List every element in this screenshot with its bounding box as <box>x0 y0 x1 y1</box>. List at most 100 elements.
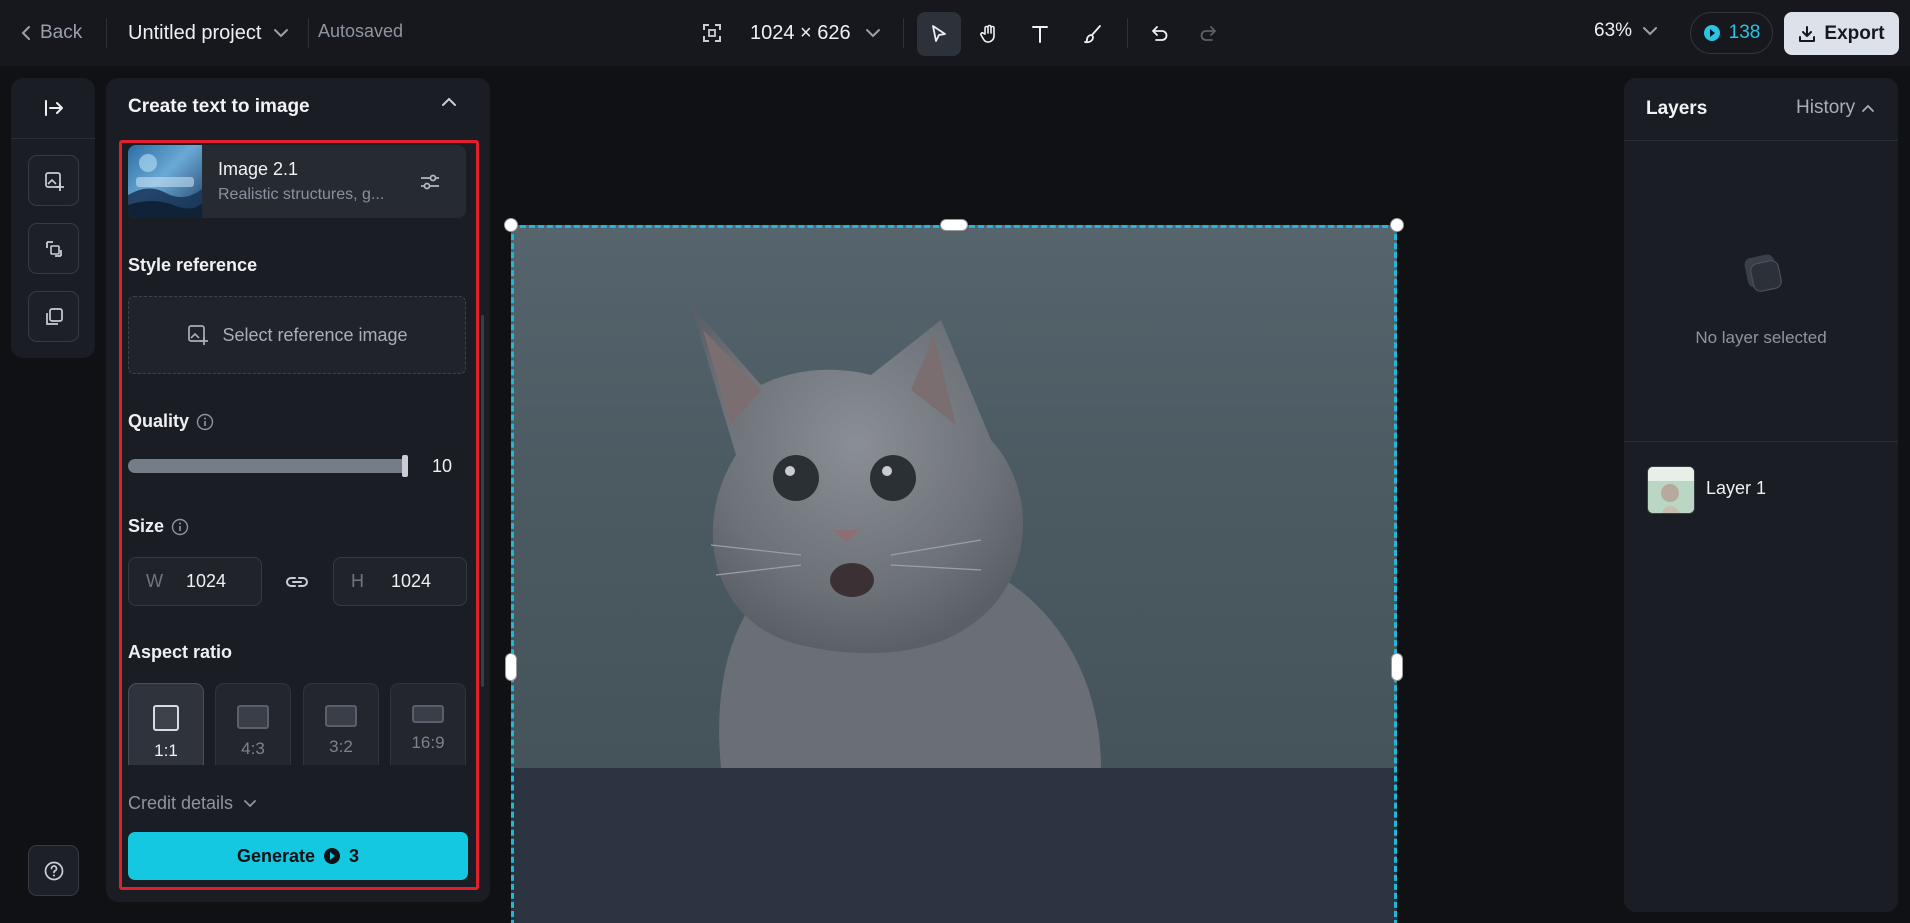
height-input[interactable]: H 1024 <box>333 557 467 606</box>
chevron-down-icon <box>273 28 289 38</box>
model-description: Realistic structures, g... <box>218 186 385 203</box>
info-icon[interactable] <box>196 413 214 431</box>
resize-canvas-icon[interactable] <box>701 22 723 44</box>
hand-icon <box>978 23 1000 45</box>
layer-item-label[interactable]: Layer 1 <box>1706 478 1766 499</box>
panel-scrollbar[interactable] <box>481 315 484 687</box>
credit-coin-icon <box>323 847 341 865</box>
scroll-fade <box>122 765 478 779</box>
resize-handle-left[interactable] <box>505 653 517 681</box>
aspect-ratio-3-2[interactable]: 3:2 <box>303 683 379 765</box>
generate-cost: 3 <box>349 845 360 866</box>
empty-layer-icon <box>1738 250 1784 296</box>
undo-icon <box>1148 23 1170 45</box>
aspect-ratio-1-1[interactable]: 1:1 <box>128 683 204 765</box>
width-value: 1024 <box>186 571 227 591</box>
link-dimensions-button[interactable] <box>284 570 310 594</box>
width-prefix: W <box>146 571 163 591</box>
chevron-up-icon <box>1861 104 1875 113</box>
panel-title: Create text to image <box>128 96 310 117</box>
select-tool[interactable] <box>917 12 961 56</box>
resize-handle-top[interactable] <box>940 219 968 231</box>
redo-button[interactable] <box>1187 12 1231 56</box>
panel-divider <box>1624 140 1898 141</box>
square-shape-icon <box>153 705 179 731</box>
tab-history[interactable]: History <box>1796 97 1875 119</box>
aspect-ratio-16-9[interactable]: 16:9 <box>390 683 466 765</box>
divider <box>1127 18 1128 48</box>
aspect-ratio-label: Aspect ratio <box>128 642 233 662</box>
chevron-down-icon <box>243 799 257 808</box>
canvas-image[interactable] <box>511 225 1397 768</box>
expand-panel-button[interactable] <box>36 94 72 122</box>
quality-slider-track[interactable] <box>128 459 408 473</box>
brush-tool[interactable] <box>1071 12 1115 56</box>
cursor-arrow-icon <box>928 23 950 45</box>
rail-divider <box>11 138 95 139</box>
link-icon <box>284 570 310 594</box>
model-thumbnail <box>128 145 202 218</box>
text-tool[interactable] <box>1018 12 1062 56</box>
aspect-ratio-label: 4:3 <box>241 739 265 758</box>
text-to-image-tool[interactable] <box>28 155 79 206</box>
select-reference-image-button[interactable]: Select reference image <box>128 296 466 374</box>
hand-tool[interactable] <box>967 12 1011 56</box>
back-label: Back <box>40 22 83 43</box>
select-reference-label: Select reference image <box>222 324 408 345</box>
project-name-dropdown[interactable]: Untitled project <box>128 20 289 46</box>
add-image-icon <box>186 323 210 347</box>
canvas-size-dropdown[interactable]: 1024 × 626 <box>750 18 881 48</box>
layers-tool[interactable] <box>28 291 79 342</box>
credit-coin-icon <box>1703 24 1721 42</box>
undo-button[interactable] <box>1137 12 1181 56</box>
zoom-dropdown[interactable]: 63% <box>1594 20 1658 42</box>
tab-layers[interactable]: Layers <box>1646 98 1707 120</box>
divider <box>308 18 309 48</box>
export-button[interactable]: Export <box>1784 12 1899 55</box>
collapse-panel-button[interactable] <box>441 97 457 107</box>
canvas-size: 1024 × 626 <box>750 21 851 44</box>
quality-slider-handle[interactable] <box>402 455 408 477</box>
rectangle-shape-icon <box>325 705 357 727</box>
credits-count: 138 <box>1728 22 1761 43</box>
expand-arrow-icon <box>43 99 65 117</box>
chevron-down-icon <box>1642 26 1658 36</box>
rectangle-shape-icon <box>412 705 444 723</box>
back-button[interactable]: Back <box>20 20 82 46</box>
resize-handle-top-right[interactable] <box>1390 218 1404 232</box>
resize-handle-right[interactable] <box>1391 653 1403 681</box>
style-reference-label: Style reference <box>128 255 258 275</box>
empty-state-text: No layer selected <box>1695 328 1827 347</box>
chevron-left-icon <box>20 25 34 41</box>
redo-icon <box>1198 23 1220 45</box>
cat-photo <box>691 305 1101 768</box>
divider <box>106 18 107 48</box>
height-prefix: H <box>351 571 364 591</box>
image-to-image-tool[interactable] <box>28 223 79 274</box>
sliders-icon <box>418 170 442 194</box>
credit-details-label: Credit details <box>128 793 234 813</box>
aspect-ratio-label: 3:2 <box>329 737 353 756</box>
width-input[interactable]: W 1024 <box>128 557 262 606</box>
add-image-icon <box>43 170 65 192</box>
credit-details-toggle[interactable]: Credit details <box>128 793 257 814</box>
quality-label: Quality <box>128 411 190 431</box>
model-settings-button[interactable] <box>418 170 442 194</box>
model-name: Image 2.1 <box>218 159 299 179</box>
save-status: Autosaved <box>318 21 404 41</box>
aspect-ratio-4-3[interactable]: 4:3 <box>215 683 291 765</box>
rectangle-shape-icon <box>237 705 269 729</box>
canvas-empty-area[interactable] <box>511 768 1397 923</box>
aspect-ratio-label: 16:9 <box>411 733 445 752</box>
layer-thumbnail[interactable] <box>1647 466 1695 514</box>
export-label: Export <box>1824 22 1885 44</box>
help-circle-icon <box>43 860 65 882</box>
panel-divider <box>1624 441 1898 442</box>
generate-button[interactable]: Generate 3 <box>128 832 468 880</box>
credits-badge[interactable]: 138 <box>1690 12 1773 54</box>
aspect-ratio-label: 1:1 <box>154 741 178 760</box>
chevron-down-icon <box>865 28 881 38</box>
help-button[interactable] <box>28 845 79 896</box>
info-icon[interactable] <box>171 518 189 536</box>
resize-handle-top-left[interactable] <box>504 218 518 232</box>
